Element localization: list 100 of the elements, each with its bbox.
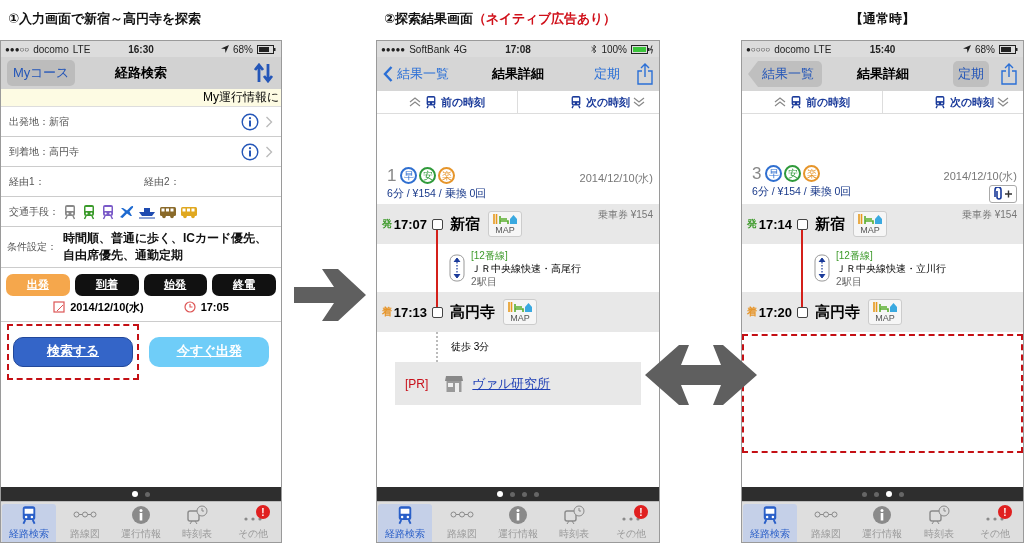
stop-time: 17:07 [393, 216, 427, 232]
info-icon[interactable] [241, 142, 259, 161]
train-icon [424, 95, 438, 109]
clock-time: 17:08 [505, 43, 531, 55]
more-dots-icon [984, 517, 1005, 521]
field-label: 交通手段： [9, 204, 59, 219]
train-icon [569, 95, 583, 109]
notification-badge: ! [256, 505, 270, 519]
notification-badge: ! [998, 505, 1012, 519]
fare-label: 乗車券 ¥154 [597, 208, 654, 222]
info-icon [131, 505, 151, 525]
stop-mark: 着 [381, 305, 392, 319]
info-icon[interactable] [241, 112, 259, 131]
mode-button[interactable]: 始発 [143, 273, 208, 296]
more-dots-icon [243, 517, 263, 521]
via-field[interactable]: 経由1： [9, 174, 138, 189]
tab[interactable]: 経路検索 [378, 504, 433, 542]
stop-time: 17:20 [758, 304, 792, 320]
next-time-button[interactable]: 次の時刻 [882, 91, 1023, 113]
walk-time: 徒歩 3分 [450, 340, 491, 354]
share-icon[interactable] [1001, 63, 1017, 85]
stop-count: 2駅目 [471, 274, 498, 288]
route-map-icon [73, 511, 97, 518]
amenities-drawing [492, 213, 518, 224]
map-button[interactable]: MAP [868, 299, 902, 325]
platform-label: [12番線] [836, 248, 874, 262]
train-line: ＪＲ中央線快速・立川行 [836, 261, 946, 275]
commuter-pass-button[interactable]: 定期 [953, 61, 989, 87]
route-badge: 早 [765, 165, 783, 182]
station-name: 高円寺 [449, 302, 496, 322]
date-value[interactable]: 2014/12/10(水) [70, 299, 144, 315]
place-field[interactable]: 出発地：新宿 [9, 114, 235, 129]
route-date: 2014/12/10(水) [943, 168, 1017, 184]
chevron-right-icon [265, 145, 273, 158]
fare-label: 乗車券 ¥154 [961, 208, 1018, 222]
back-button[interactable]: 結果一覧 [383, 61, 457, 87]
shop-icon [444, 374, 465, 393]
double-chevron-up-icon [773, 97, 786, 107]
timetable-icon [186, 505, 208, 525]
station-name: 新宿 [814, 214, 846, 234]
mode-button[interactable]: 到着 [74, 273, 139, 296]
via-field[interactable]: 経由2： [144, 174, 273, 189]
route-badge: 安 [784, 165, 802, 182]
share-icon[interactable] [637, 63, 653, 85]
more-dots-icon [620, 517, 641, 521]
notification-badge: ! [634, 505, 648, 519]
ad-link[interactable]: ヴァル研究所 [472, 374, 551, 393]
clock-icon [183, 301, 196, 314]
amenities-drawing [872, 301, 898, 312]
stop-count: 2駅目 [836, 274, 863, 288]
time-value[interactable]: 17:05 [200, 301, 229, 314]
swap-icon[interactable] [253, 63, 275, 83]
amenities-drawing [507, 301, 533, 312]
clock-time: 15:40 [869, 43, 896, 55]
train-icon [100, 203, 116, 220]
carrier-name: docomo [33, 43, 69, 55]
previous-time-button[interactable]: 前の時刻 [377, 91, 518, 113]
timetable-icon [927, 505, 950, 525]
conditions-value: 時間順、普通に歩く、ICカード優先、自由席優先、通勤定期 [63, 230, 268, 264]
route-number: 3 [752, 163, 762, 184]
route-summary: 6分 / ¥154 / 乗換 0回 [752, 184, 853, 199]
tab[interactable]: 経路検索 [2, 504, 56, 542]
platform-label: [12番線] [471, 248, 509, 262]
next-time-button[interactable]: 次の時刻 [518, 91, 659, 113]
train-icon [81, 203, 97, 220]
train-icon [933, 95, 947, 109]
map-button[interactable]: MAP [503, 299, 537, 325]
double-chevron-down-icon [997, 97, 1009, 107]
route-map-icon [814, 511, 839, 518]
route-date: 2014/12/10(水) [579, 170, 653, 186]
previous-time-button[interactable]: 前の時刻 [742, 91, 883, 113]
chevron-right-icon [265, 115, 273, 128]
network-type: 4G [453, 43, 468, 55]
chevron-left-icon [383, 66, 393, 82]
clock-time: 16:30 [128, 43, 154, 55]
ad-note: （ネイティブ広告あり） [473, 11, 616, 26]
stop-node-icon [431, 306, 443, 318]
map-button[interactable]: MAP [488, 211, 522, 237]
map-button[interactable]: MAP [853, 211, 887, 237]
mode-button[interactable]: 終電 [212, 273, 276, 296]
signal-dots: ●●●○○ [5, 44, 30, 54]
carrier-name: SoftBank [409, 43, 450, 55]
stop-node-icon [796, 306, 808, 318]
double-chevron-down-icon [633, 97, 645, 107]
bus-icon [180, 204, 198, 219]
my-course-button[interactable]: Myコース [7, 60, 76, 86]
battery-percent: 68% [975, 43, 995, 55]
place-field[interactable]: 到着地：高円寺 [9, 144, 235, 159]
stop-mark: 発 [381, 217, 392, 231]
clip-add-icon[interactable] [989, 184, 1017, 203]
info-icon [508, 505, 528, 525]
search-button[interactable]: 検索する [13, 336, 133, 367]
screen-title: 経路検索 [115, 64, 167, 82]
pr-tag: [PR] [405, 376, 429, 391]
back-button[interactable]: 結果一覧 [748, 61, 822, 87]
screen-heading: ②探索結果画面 [384, 11, 473, 26]
route-badge: 早 [400, 167, 418, 184]
commuter-pass-button[interactable]: 定期 [589, 61, 625, 87]
tab[interactable]: 経路検索 [743, 504, 798, 542]
signal-dots: ●●●●● [381, 44, 406, 54]
